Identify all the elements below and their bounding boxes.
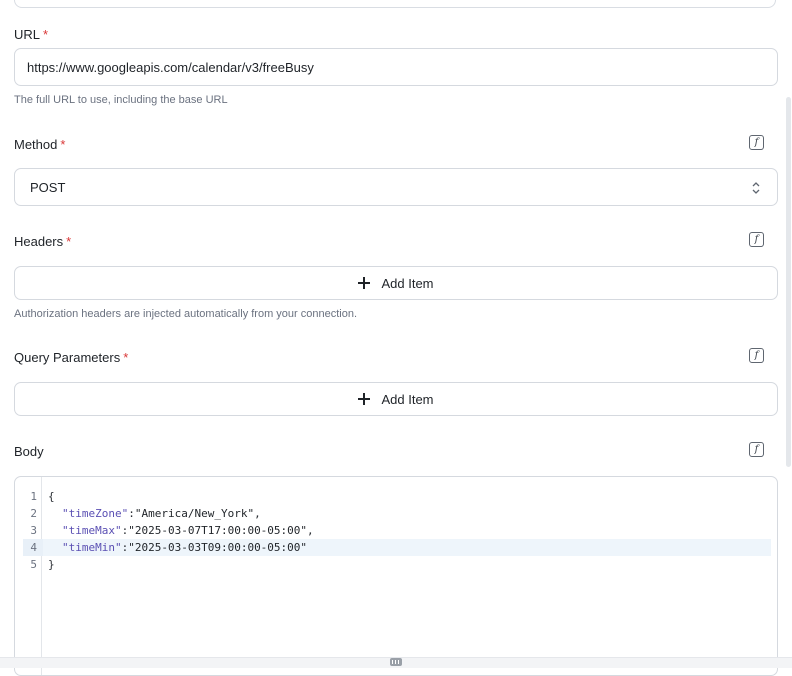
headers-label: Headers *	[14, 234, 72, 249]
line-number: 1	[30, 490, 37, 503]
line-number: 3	[30, 524, 37, 537]
drag-handle-icon[interactable]	[390, 658, 402, 666]
json-value: "2025-03-03T09:00:00-05:00"	[128, 541, 308, 554]
body-code-editor[interactable]: 1 { 2 "timeZone":"America/New_York", 3 "…	[14, 476, 778, 676]
required-mark: *	[60, 137, 66, 152]
line-number: 4	[30, 541, 37, 554]
code-text: "timeMin":"2025-03-03T09:00:00-05:00"	[62, 541, 308, 554]
code-text: {	[48, 490, 55, 503]
previous-card	[14, 0, 776, 8]
json-key: "timeMin"	[62, 541, 122, 554]
code-line: 3 "timeMax":"2025-03-07T17:00:00-05:00",	[15, 522, 777, 539]
method-function-icon[interactable]: f	[749, 135, 764, 150]
json-key: "timeMax"	[62, 524, 122, 537]
url-input[interactable]: https://www.googleapis.com/calendar/v3/f…	[14, 48, 778, 86]
query-parameters-add-item-button[interactable]: Add Item	[14, 382, 778, 416]
headers-function-icon[interactable]: f	[749, 232, 764, 247]
method-select-value: POST	[30, 179, 66, 195]
page-scrollbar[interactable]	[786, 97, 791, 467]
code-line: 1 {	[15, 488, 777, 505]
url-label: URL *	[14, 27, 49, 42]
plus-icon	[358, 393, 371, 405]
code-text: "timeMax":"2025-03-07T17:00:00-05:00",	[62, 524, 314, 537]
url-input-value: https://www.googleapis.com/calendar/v3/f…	[27, 59, 314, 75]
body-function-icon[interactable]: f	[749, 442, 764, 457]
body-label: Body	[14, 444, 44, 459]
required-mark: *	[66, 234, 72, 249]
code-text: }	[48, 558, 55, 571]
code-line: 4 "timeMin":"2025-03-03T09:00:00-05:00"	[15, 539, 777, 556]
line-number: 2	[30, 507, 37, 520]
query-parameters-label: Query Parameters *	[14, 350, 129, 365]
plus-icon	[358, 277, 371, 289]
method-select[interactable]: POST	[14, 168, 778, 206]
json-value: "America/New_York"	[134, 507, 255, 520]
json-value: "2025-03-07T17:00:00-05:00"	[128, 524, 308, 537]
code-line: 5 }	[15, 556, 777, 573]
chevron-up-down-icon	[752, 182, 760, 194]
headers-help-text: Authorization headers are injected autom…	[14, 308, 358, 320]
json-key: "timeZone"	[62, 507, 129, 520]
query-parameters-function-icon[interactable]: f	[749, 348, 764, 363]
required-mark: *	[123, 350, 129, 365]
required-mark: *	[43, 27, 49, 42]
code-line: 2 "timeZone":"America/New_York",	[15, 505, 777, 522]
headers-add-item-button[interactable]: Add Item	[14, 266, 778, 300]
method-label: Method *	[14, 137, 66, 152]
code-text: "timeZone":"America/New_York",	[62, 507, 261, 520]
url-help-text: The full URL to use, including the base …	[14, 94, 228, 106]
line-number: 5	[30, 558, 37, 571]
